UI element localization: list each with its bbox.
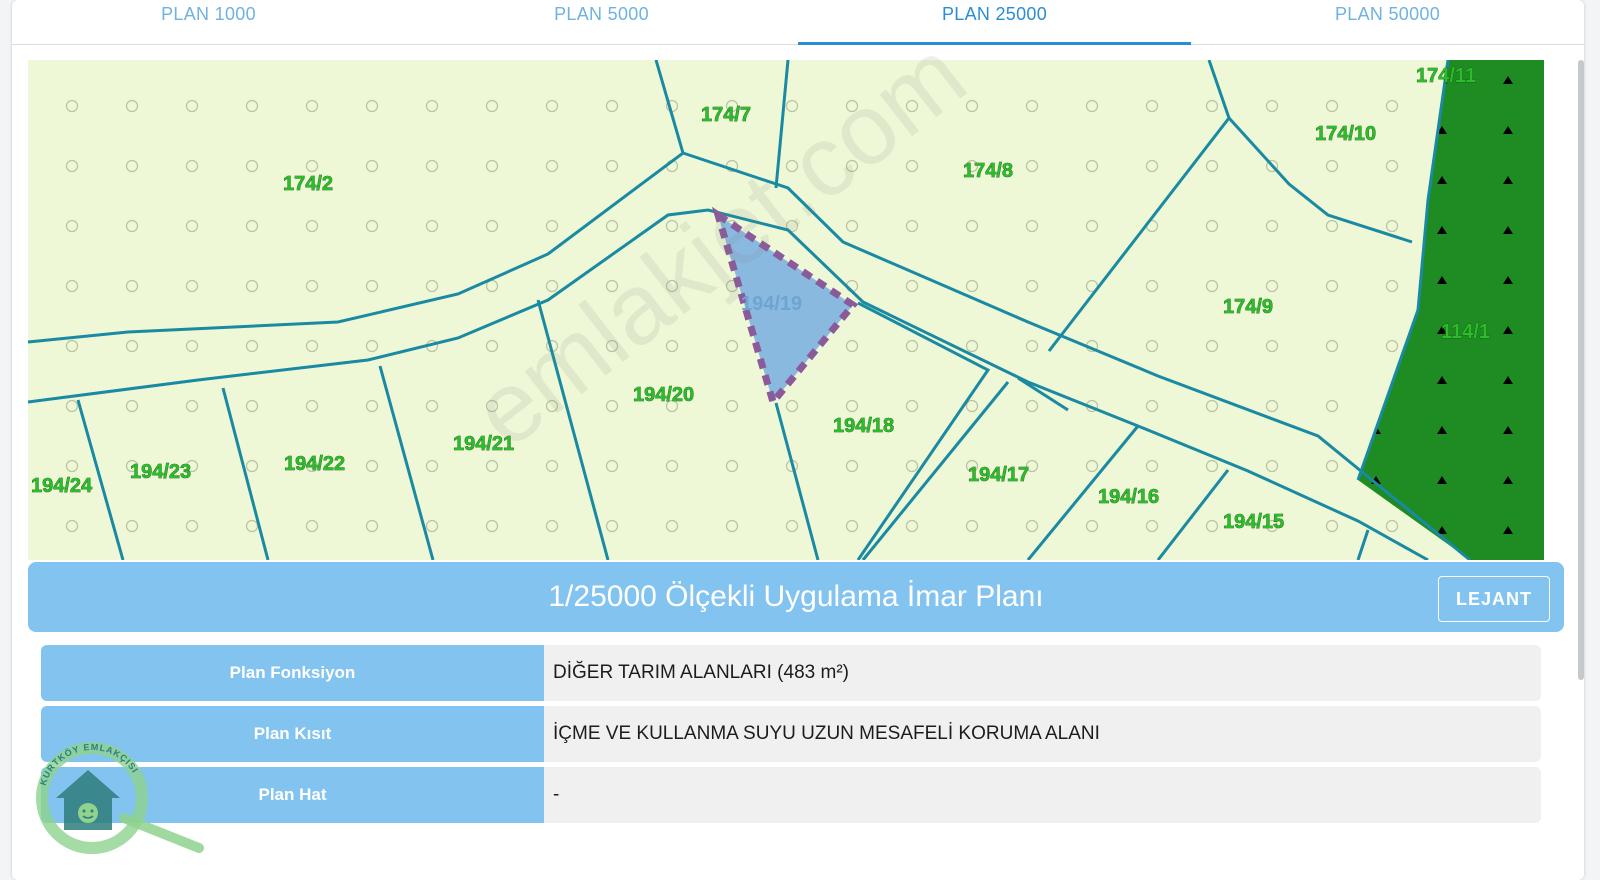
parcel-label-194-19: 194/19 bbox=[741, 293, 802, 315]
plan-info-table: Plan Fonksiyon DİĞER TARIM ALANLARI (483… bbox=[41, 645, 1541, 828]
tab-plan-50000[interactable]: PLAN 50000 bbox=[1191, 0, 1584, 44]
plan-title: 1/25000 Ölçekli Uygulama İmar Planı bbox=[548, 580, 1044, 613]
parcel-label-194-18: 194/18 bbox=[833, 415, 894, 437]
parcel-label-194-17: 194/17 bbox=[968, 464, 1029, 486]
parcel-label-114-1: 114/1 bbox=[1441, 321, 1490, 343]
info-label-function: Plan Fonksiyon bbox=[41, 645, 544, 701]
info-value-restriction: İÇME VE KULLANMA SUYU UZUN MESAFELİ KORU… bbox=[553, 723, 1100, 744]
parcel-label-174-8: 174/8 bbox=[963, 160, 1013, 182]
scrollbar[interactable] bbox=[1578, 60, 1584, 680]
info-row-line: Plan Hat - bbox=[41, 767, 1541, 823]
lejant-button[interactable]: LEJANT bbox=[1438, 576, 1550, 622]
parcel-label-194-16: 194/16 bbox=[1098, 486, 1159, 508]
tab-plan-1000[interactable]: PLAN 1000 bbox=[12, 0, 405, 44]
parcel-label-174-10: 174/10 bbox=[1315, 123, 1376, 145]
plan-card: PLAN 1000 PLAN 5000 PLAN 25000 PLAN 5000… bbox=[12, 0, 1584, 880]
parcel-label-194-21: 194/21 bbox=[453, 433, 514, 455]
parcel-label-194-22: 194/22 bbox=[284, 453, 345, 475]
cadastral-map[interactable]: 174/2 174/7 174/8 174/9 174/10 174/11 11… bbox=[28, 60, 1544, 560]
parcel-label-174-2: 174/2 bbox=[283, 173, 333, 195]
parcel-label-174-7: 174/7 bbox=[701, 104, 751, 126]
info-row-restriction: Plan Kısıt İÇME VE KULLANMA SUYU UZUN ME… bbox=[41, 706, 1541, 762]
tab-plan-5000[interactable]: PLAN 5000 bbox=[405, 0, 798, 44]
agency-logo: KURTKÖY EMLAKÇISI bbox=[36, 742, 204, 854]
parcel-label-194-24: 194/24 bbox=[31, 475, 93, 497]
parcel-label-194-15: 194/15 bbox=[1223, 511, 1284, 533]
info-row-function: Plan Fonksiyon DİĞER TARIM ALANLARI (483… bbox=[41, 645, 1541, 701]
tab-plan-25000[interactable]: PLAN 25000 bbox=[798, 0, 1191, 45]
parcel-label-194-20: 194/20 bbox=[633, 384, 694, 406]
plan-title-bar: 1/25000 Ölçekli Uygulama İmar Planı LEJA… bbox=[28, 562, 1564, 632]
parcel-label-194-23: 194/23 bbox=[130, 461, 191, 483]
plan-scale-tabs: PLAN 1000 PLAN 5000 PLAN 25000 PLAN 5000… bbox=[12, 0, 1584, 45]
info-value-line: - bbox=[553, 784, 560, 805]
parcel-label-174-9: 174/9 bbox=[1223, 296, 1273, 318]
info-value-function: DİĞER TARIM ALANLARI (483 m²) bbox=[553, 662, 849, 683]
parcel-label-174-11: 174/11 bbox=[1416, 65, 1476, 87]
